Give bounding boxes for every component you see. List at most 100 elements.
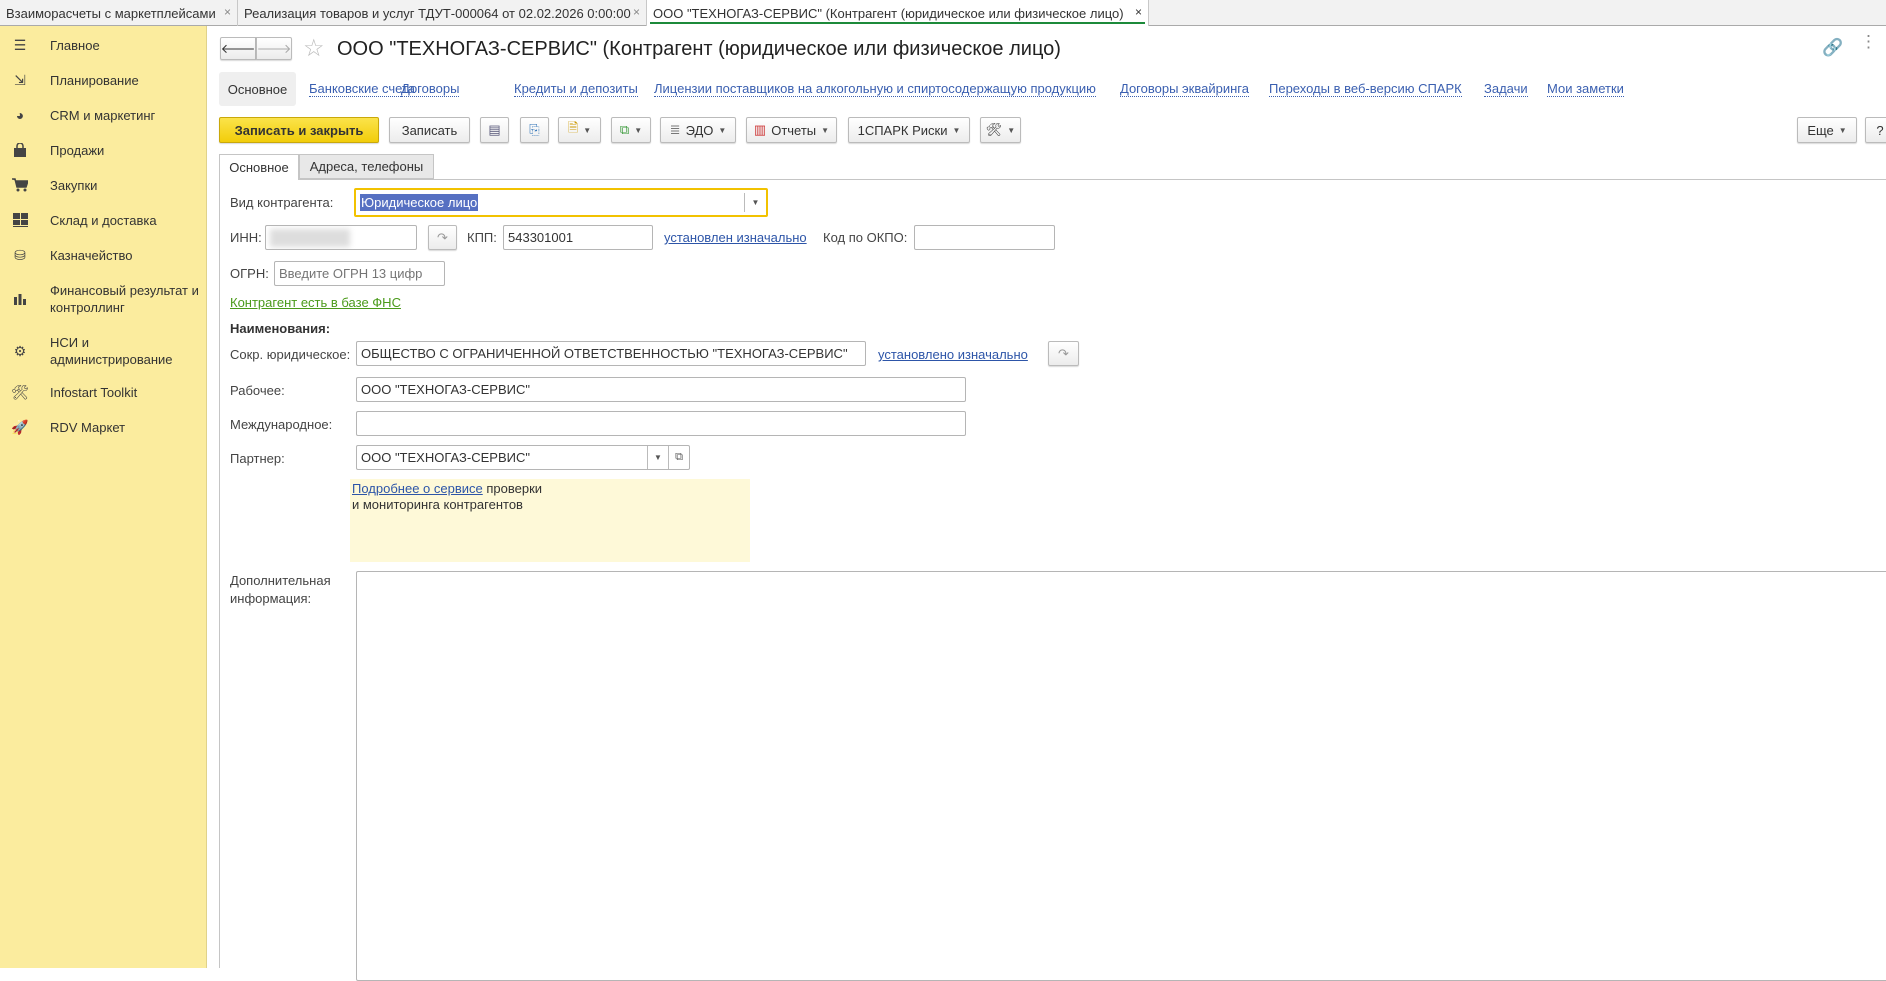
more-button[interactable]: Еще ▼	[1797, 117, 1857, 143]
gear-icon: ⚙	[13, 342, 27, 359]
chevron-down-icon: ▼	[1838, 125, 1847, 135]
favorite-star-icon[interactable]: ☆	[303, 34, 325, 63]
form-tab-addresses[interactable]: Адреса, телефоны	[299, 154, 434, 179]
cart-icon	[10, 177, 30, 193]
nav-contracts[interactable]: Договоры	[401, 81, 460, 97]
sidebar-item-label: Планирование	[50, 72, 139, 88]
short-name-label: Сокр. юридическое:	[230, 347, 351, 362]
fns-link[interactable]: Контрагент есть в базе ФНС	[230, 295, 401, 310]
service-info-link[interactable]: Подробнее о сервисе	[352, 481, 483, 496]
nav-bank-accounts[interactable]: Банковские счета	[309, 81, 416, 97]
help-button[interactable]: ?	[1865, 117, 1886, 143]
sidebar-item-sales[interactable]: Продажи	[10, 142, 205, 158]
nav-credits[interactable]: Кредиты и депозиты	[514, 81, 638, 97]
sidebar-item-label: Склад и доставка	[50, 212, 157, 228]
counterparty-kind-select[interactable]: Юридическое лицо ▼	[354, 188, 768, 217]
nav-tasks[interactable]: Задачи	[1484, 81, 1528, 97]
work-name-value: ООО "ТЕХНОГАЗ-СЕРВИС"	[361, 382, 530, 397]
inn-field[interactable]	[265, 225, 417, 250]
sidebar-item-warehouse[interactable]: Склад и доставка	[10, 212, 205, 228]
sidebar-item-rdv[interactable]: 🚀 RDV Маркет	[10, 419, 205, 435]
create-based-on-button[interactable]: ⧉ ▼	[611, 117, 651, 143]
fill-by-inn-button[interactable]: ↷	[428, 225, 457, 250]
nav-notes[interactable]: Мои заметки	[1547, 81, 1624, 97]
export-button[interactable]: ⎘	[520, 117, 549, 143]
chevron-down-icon: ▼	[821, 125, 830, 135]
chevron-down-icon: ▼	[583, 125, 592, 135]
intl-name-field[interactable]	[356, 411, 966, 436]
sidebar-item-purchases[interactable]: Закупки	[10, 177, 205, 193]
print-dropdown-button[interactable]: 🗎 ▼	[558, 117, 601, 143]
edo-icon: ≣	[669, 122, 681, 137]
work-name-field[interactable]: ООО "ТЕХНОГАЗ-СЕРВИС"	[356, 377, 966, 402]
sidebar-item-label: НСИ и администрирование	[50, 335, 173, 367]
close-icon[interactable]: ×	[220, 5, 231, 19]
save-and-close-button[interactable]: Записать и закрыть	[219, 117, 379, 143]
work-name-label: Рабочее:	[230, 383, 285, 398]
short-name-status-link[interactable]: установлено изначально	[878, 347, 1028, 362]
sidebar-item-label: Финансовый результат и контроллинг	[50, 283, 199, 315]
more-vertical-icon[interactable]: ⋮	[1860, 33, 1877, 50]
edo-button[interactable]: ≣ ЭДО ▼	[660, 117, 736, 143]
sidebar-item-planning[interactable]: ⇲ Планирование	[10, 72, 205, 88]
fill-arrow-icon: ↷	[437, 229, 448, 245]
forward-button[interactable]: 🡒	[256, 37, 292, 60]
fill-arrow-icon: ↷	[1058, 345, 1069, 361]
nav-licenses[interactable]: Лицензии поставщиков на алкогольную и сп…	[654, 81, 1096, 97]
short-name-field[interactable]: ОБЩЕСТВО С ОГРАНИЧЕННОЙ ОТВЕТСТВЕННОСТЬЮ…	[356, 341, 866, 366]
extra-info-textarea[interactable]	[356, 571, 1886, 981]
chevron-down-icon[interactable]: ▼	[744, 193, 766, 212]
okpo-field[interactable]	[914, 225, 1055, 250]
chevron-down-icon[interactable]: ▼	[647, 446, 668, 469]
sidebar-item-infostart[interactable]: 🛠 Infostart Toolkit	[10, 384, 205, 400]
nav-main[interactable]: Основное	[219, 72, 296, 106]
more-label: Еще	[1807, 122, 1834, 138]
document-list-button[interactable]: ▤	[480, 117, 509, 143]
window-tab-sales[interactable]: Реализация товаров и услуг ТДУТ-000064 о…	[238, 0, 647, 26]
link-icon[interactable]: 🔗	[1822, 38, 1843, 58]
list-icon: ▤	[488, 122, 501, 137]
kind-value: Юридическое лицо	[360, 194, 479, 211]
ogrn-label: ОГРН:	[230, 266, 269, 281]
reports-button[interactable]: ▥ Отчеты ▼	[746, 117, 837, 143]
form-tab-main[interactable]: Основное	[219, 154, 299, 180]
info-text: проверки	[482, 481, 543, 496]
coins-icon: ⛁	[14, 246, 26, 263]
sidebar-item-finance[interactable]: Финансовый результат и контроллинг	[10, 282, 205, 316]
sidebar-item-label: Infostart Toolkit	[50, 384, 138, 400]
edo-label: ЭДО	[685, 122, 714, 138]
print-icon: 🗎	[567, 120, 579, 135]
tools-button[interactable]: 🛠 ▼	[980, 117, 1021, 143]
ogrn-input[interactable]	[274, 261, 445, 286]
spark-label: 1СПАРК Риски	[857, 122, 948, 138]
kpp-field[interactable]: 543301001	[503, 225, 653, 250]
sidebar-item-label: Продажи	[50, 142, 105, 158]
sidebar-item-main[interactable]: ☰ Главное	[10, 37, 205, 53]
kind-label: Вид контрагента:	[230, 195, 334, 210]
partner-label: Партнер:	[230, 451, 285, 466]
nav-acquiring[interactable]: Договоры эквайринга	[1120, 81, 1249, 97]
tab-label: Реализация товаров и услуг ТДУТ-000064 о…	[244, 6, 631, 21]
page-title: ООО "ТЕХНОГАЗ-СЕРВИС" (Контрагент (юриди…	[337, 38, 1061, 60]
okpo-label: Код по ОКПО:	[823, 230, 908, 245]
report-icon: ▥	[753, 122, 767, 137]
form-tabs-line	[219, 179, 1886, 180]
sidebar-item-treasury[interactable]: ⛁ Казначейство	[10, 247, 205, 263]
fill-name-button[interactable]: ↷	[1048, 341, 1079, 366]
window-tab-counterparty[interactable]: ООО "ТЕХНОГАЗ-СЕРВИС" (Контрагент (юриди…	[647, 0, 1149, 26]
open-icon[interactable]: ⧉	[668, 446, 689, 469]
sidebar-item-admin[interactable]: ⚙ НСИ и администрирование	[10, 334, 205, 368]
partner-field[interactable]: ООО "ТЕХНОГАЗ-СЕРВИС" ▼ ⧉	[356, 445, 690, 470]
close-icon[interactable]: ×	[1135, 5, 1142, 19]
chevron-down-icon: ▼	[952, 125, 961, 135]
close-icon[interactable]: ×	[633, 5, 640, 19]
kpp-status-link[interactable]: установлен изначально	[664, 230, 807, 245]
sidebar-item-label: Закупки	[50, 177, 98, 193]
nav-spark-web[interactable]: Переходы в веб-версию СПАРК	[1269, 81, 1462, 97]
inn-label: ИНН:	[230, 230, 262, 245]
spark-risks-button[interactable]: 1СПАРК Риски ▼	[848, 117, 970, 143]
save-button[interactable]: Записать	[389, 117, 470, 143]
back-button[interactable]: 🡐	[220, 37, 256, 60]
window-tab-settlements[interactable]: Взаиморасчеты с маркетплейсами ×	[0, 0, 238, 26]
sidebar-item-crm[interactable]: ◕ CRM и маркетинг	[10, 107, 205, 123]
